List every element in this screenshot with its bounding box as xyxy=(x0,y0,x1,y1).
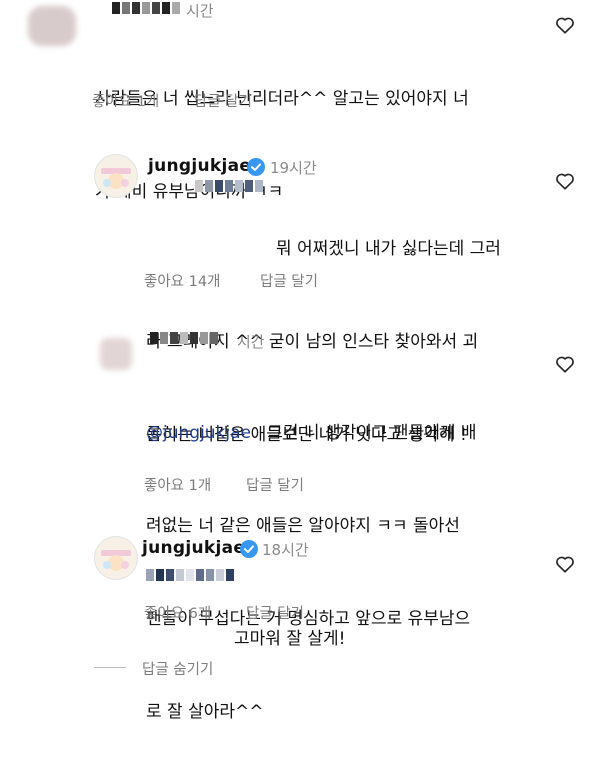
comment-line: 뭐 어쩌겠니 내가 싫다는데 그러 xyxy=(276,239,501,259)
divider-line xyxy=(94,667,126,668)
comment-line: 고마워 잘 살게! xyxy=(234,629,346,649)
comment-time: 18시간 xyxy=(262,541,309,559)
avatar[interactable] xyxy=(94,536,138,580)
heart-outline-icon[interactable] xyxy=(555,172,575,190)
comment-line: 그건 니 생각이고 팬들에게 배 xyxy=(267,423,477,443)
username-redacted[interactable] xyxy=(112,2,180,14)
heart-outline-icon[interactable] xyxy=(555,355,575,373)
mention-link[interactable]: @jungjukjae xyxy=(146,423,251,443)
verified-badge-icon xyxy=(240,540,258,558)
reply-button[interactable]: 답글 달기 xyxy=(260,270,318,291)
heart-outline-icon[interactable] xyxy=(555,16,575,34)
like-count[interactable]: 좋아요 1개 xyxy=(144,474,211,495)
comment-text: 고마워 잘 살게! xyxy=(234,562,345,686)
hide-replies-button[interactable]: 답글 숨기기 xyxy=(142,658,213,679)
avatar-blurred[interactable] xyxy=(100,338,132,370)
like-count[interactable]: 좋아요 14개 xyxy=(144,270,220,291)
avatar[interactable] xyxy=(94,154,138,198)
reply-button[interactable]: 답글 달기 xyxy=(246,602,304,623)
username-redacted xyxy=(146,569,234,581)
comment-time: 시간 xyxy=(186,2,214,20)
comment-line: 로 잘 살아라^^ xyxy=(146,702,264,722)
username-redacted[interactable] xyxy=(150,332,218,344)
username[interactable]: jungjukjae xyxy=(142,538,245,558)
avatar-blurred[interactable] xyxy=(28,6,76,46)
avatar-illustration-icon xyxy=(95,537,137,579)
reply-button[interactable]: 답글 달기 xyxy=(246,474,304,495)
comment-time: 시간 xyxy=(237,333,265,351)
avatar-illustration-icon xyxy=(95,155,137,197)
like-count[interactable]: 좋아요 1개 xyxy=(92,90,159,111)
heart-outline-icon[interactable] xyxy=(555,555,575,573)
reply-button[interactable]: 답글 달기 xyxy=(194,90,252,111)
like-count[interactable]: 좋아요 6개 xyxy=(144,602,211,623)
